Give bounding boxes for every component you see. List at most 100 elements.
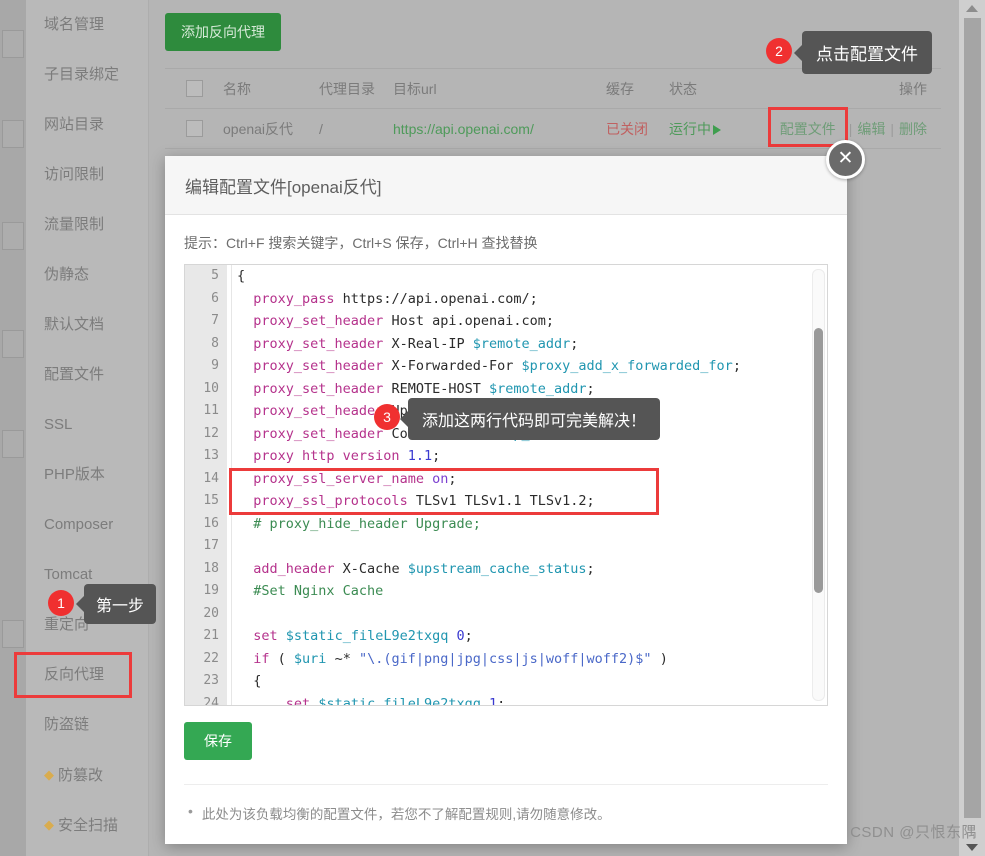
editor-scrollbar-thumb[interactable] (814, 328, 823, 593)
code-line[interactable]: proxy_set_header Host api.openai.com; (227, 310, 809, 333)
dialog-body: 提示：Ctrl+F 搜索关键字，Ctrl+S 保存，Ctrl+H 查找替换 5 6… (165, 215, 847, 823)
add-reverse-proxy-button[interactable]: 添加反向代理 (165, 13, 281, 51)
sidebar-item-1[interactable]: 子目录绑定 (26, 50, 148, 100)
code-line[interactable]: proxy_set_header REMOTE-HOST $remote_add… (227, 377, 809, 401)
code-line[interactable]: proxy_set_header X-Forwarded-For $proxy_… (227, 355, 809, 378)
save-button[interactable]: 保存 (184, 722, 252, 760)
code-token: proxy_ssl_protocols (253, 493, 408, 509)
page-scrollbar-thumb[interactable] (964, 18, 981, 818)
sidebar-item-7[interactable]: 配置文件 (26, 350, 148, 400)
code-line[interactable]: #Set Nginx Cache (227, 580, 809, 603)
code-line[interactable]: # proxy_hide_header Upgrade; (227, 512, 809, 536)
sidebar-item-4[interactable]: 流量限制 (26, 200, 148, 250)
dialog-header: 编辑配置文件[openai反代] (165, 156, 847, 215)
code-token: proxy_pass (253, 290, 335, 307)
code-token: X-Cache (334, 560, 408, 577)
page-scrollbar[interactable] (959, 0, 985, 856)
code-line[interactable]: set $static_fileL9e2txgq 0; (227, 625, 809, 648)
row-checkbox[interactable] (185, 120, 203, 137)
close-icon[interactable]: ✕ (826, 140, 865, 179)
code-line[interactable]: if ( $uri ~* "\.(gif|png|jpg|css|js|woff… (227, 647, 809, 671)
code-line[interactable]: add_header X-Cache $upstream_cache_statu… (227, 557, 809, 581)
line-number: 22 (203, 650, 219, 666)
code-line[interactable]: proxy_set_header X-Real-IP $remote_addr; (227, 332, 809, 356)
cell-run-status[interactable]: 运行中 (669, 119, 754, 139)
edit-link[interactable]: 编辑 (857, 121, 885, 137)
callout-tip-2: 点击配置文件 (794, 31, 932, 74)
run-status-label: 运行中 (669, 120, 711, 137)
config-code-editor[interactable]: 5 6 7 8 9 10 11 12 13 14 15 16 17 18 19 20 21 22 23 24 { pr… (184, 264, 828, 706)
config-file-highlight: 配置文件 (767, 106, 848, 147)
sidebar-item-10[interactable]: Composer (26, 500, 148, 550)
code-token: set (253, 628, 278, 644)
sidebar-item-8[interactable]: SSL (26, 400, 148, 450)
bullet-icon: • (188, 803, 193, 819)
config-file-link[interactable]: 配置文件 (780, 121, 836, 137)
sidebar: 域名管理子目录绑定 网站目录 访问限制 流量限制 伪静态 默认文档 配置文件 SSL PHP版本… (14, 0, 149, 856)
scroll-down-arrow-icon[interactable] (966, 844, 978, 851)
code-line[interactable] (227, 602, 809, 626)
code-line[interactable]: proxy_ssl_protocols TLSv1 TLSv1.1 TLSv1.… (227, 490, 809, 513)
line-number: 23 (203, 673, 219, 688)
code-token: $static_fileL9e2txgq (318, 695, 481, 706)
cell-cache-status[interactable]: 已关闭 (606, 119, 669, 139)
sidebar-item-label: SSL (44, 416, 73, 433)
dialog-note-text: 此处为该负载均衡的配置文件，若您不了解配置规则,请勿随意修改。 (201, 807, 611, 822)
line-number: 15 (203, 493, 219, 508)
line-number: 8 (211, 335, 219, 351)
callout-badge-1: 1 (48, 590, 74, 616)
code-token: proxy_set_header (253, 425, 384, 442)
cell-operations: 配置文件 | 编辑 | 删除 (754, 106, 941, 147)
code-token: $remote_addr (472, 335, 571, 352)
code-token: ; (570, 335, 579, 352)
sidebar-item-0[interactable]: 域名管理 (26, 0, 148, 50)
code-token: $remote_addr (488, 380, 587, 397)
code-line[interactable]: { (227, 265, 809, 288)
sidebar-item-15[interactable]: ◆ 防篡改 (26, 750, 148, 800)
code-area[interactable]: { proxy_pass https://api.openai.com/; pr… (227, 265, 809, 705)
sidebar-item-2[interactable]: 网站目录 (26, 100, 148, 150)
sidebar-item-3[interactable]: 访问限制 (26, 150, 148, 200)
code-line[interactable]: set $static_fileL9e2txgq 1; (227, 692, 809, 706)
line-number: 13 (203, 448, 219, 463)
code-line[interactable] (227, 535, 809, 558)
editor-scrollbar[interactable] (812, 269, 825, 701)
line-number: 5 (211, 268, 219, 283)
cell-target-url[interactable]: https://api.openai.com/ (393, 121, 606, 137)
select-all-checkbox[interactable] (185, 80, 203, 97)
gem-icon: ◆ (44, 767, 54, 782)
scroll-up-arrow-icon[interactable] (966, 5, 978, 12)
sidebar-item-5[interactable]: 伪静态 (26, 250, 148, 300)
gem-icon: ◆ (44, 817, 54, 832)
sidebar-item-label: 域名管理 (44, 16, 105, 33)
code-token: proxy_set_header (253, 358, 384, 374)
sidebar-item-label: 安全扫描 (58, 817, 119, 834)
code-token: if (253, 650, 270, 667)
code-line[interactable]: proxy http version 1.1; (227, 445, 809, 468)
sidebar-item-16[interactable]: ◆ 安全扫描 (26, 800, 148, 850)
sidebar-item-9[interactable]: PHP版本 (26, 450, 148, 500)
sidebar-item-6[interactable]: 默认文档 (26, 300, 148, 350)
code-token: ; (586, 560, 595, 577)
proxy-table: 名称 代理目录 目标url 缓存 状态 操作 openai反代 / https:… (165, 68, 941, 149)
code-line[interactable]: proxy_pass https://api.openai.com/; (227, 287, 809, 311)
sidebar-item-13[interactable]: 反向代理 (14, 650, 148, 700)
code-token: proxy_set_header (253, 313, 384, 329)
code-token: ; (432, 448, 441, 464)
delete-link[interactable]: 删除 (899, 121, 927, 137)
sidebar-item-14[interactable]: 防盗链 (26, 700, 148, 750)
code-line[interactable]: proxy_ssl_server_name on; (227, 467, 809, 491)
code-line[interactable]: { (227, 670, 809, 693)
sidebar-item-label: Tomcat (44, 566, 93, 583)
code-token: proxy http version (253, 448, 400, 464)
